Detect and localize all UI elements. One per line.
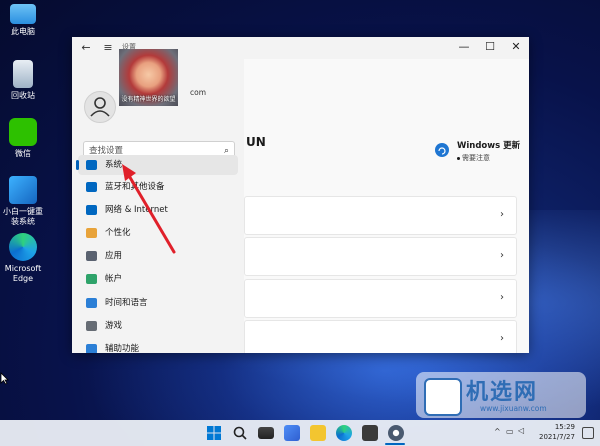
page-heading: UN: [246, 135, 266, 149]
xiaobai-icon: [9, 176, 37, 204]
gaming-icon: [86, 321, 97, 331]
person-icon: [90, 97, 110, 117]
sidebar-item-time-language[interactable]: 时间和语言: [78, 293, 238, 313]
sidebar-item-label: 帐户: [105, 274, 123, 284]
account-email: com: [190, 88, 207, 97]
store-icon[interactable]: [362, 425, 378, 441]
settings-taskbar-icon[interactable]: [388, 425, 404, 441]
sidebar-item-label: 辅助功能: [105, 344, 140, 353]
close-button[interactable]: ✕: [503, 38, 529, 56]
desktop-icon-label: 回收站: [11, 91, 35, 100]
settings-main: UN Windows 更新 需要注意 › › › ›: [244, 59, 529, 353]
network-tray-icon[interactable]: ▭: [506, 427, 514, 436]
tray-chevron-up-icon[interactable]: ^: [494, 427, 501, 436]
taskbar: ^ ▭ ◁ 15:29 2021/7/27: [0, 420, 600, 446]
back-arrow-icon[interactable]: ←: [78, 40, 94, 56]
desktop-icon-edge[interactable]: Microsoft Edge: [0, 233, 46, 284]
start-button[interactable]: [206, 425, 222, 441]
apps-icon: [86, 251, 97, 261]
desktop-icon-xiaobai[interactable]: 小白一键重装系统: [0, 176, 46, 227]
user-avatar[interactable]: [84, 91, 116, 123]
clock-time[interactable]: 15:29: [545, 423, 575, 431]
bluetooth-icon: [86, 182, 97, 192]
desktop-icon-this-pc[interactable]: 此电脑: [0, 4, 46, 37]
wechat-icon: [9, 118, 37, 146]
time-language-icon: [86, 298, 97, 308]
sidebar-item-accessibility[interactable]: 辅助功能: [78, 339, 238, 353]
task-view-icon[interactable]: [258, 427, 274, 439]
settings-card[interactable]: ›: [244, 279, 517, 318]
minimize-button[interactable]: —: [451, 38, 477, 56]
watermark: 机选网 www.jixuanw.com: [416, 372, 586, 418]
sidebar-item-gaming[interactable]: 游戏: [78, 316, 238, 336]
desktop-icon-label: 微信: [15, 149, 31, 158]
network-icon: [86, 205, 97, 215]
active-indicator: [385, 443, 405, 445]
desktop-icon-label: Microsoft Edge: [4, 264, 42, 283]
volume-icon[interactable]: ◁: [518, 426, 524, 435]
annotation-arrow: [122, 164, 176, 254]
accessibility-icon: [86, 344, 97, 353]
file-explorer-icon[interactable]: [310, 425, 326, 441]
chevron-right-icon: ›: [500, 209, 504, 220]
edge-taskbar-icon[interactable]: [336, 425, 352, 441]
sidebar-item-label: 游戏: [105, 321, 123, 331]
maximize-button[interactable]: ☐: [477, 38, 503, 56]
clock-date[interactable]: 2021/7/27: [539, 433, 575, 441]
update-status-text: 需要注意: [462, 154, 490, 162]
profile-photo-caption: 没有精神世界的欲望: [121, 96, 176, 103]
settings-card[interactable]: ›: [244, 237, 517, 276]
system-icon: [86, 160, 97, 170]
sidebar-item-account[interactable]: 帐户: [78, 269, 238, 289]
widgets-icon[interactable]: [284, 425, 300, 441]
watermark-url: www.jixuanw.com: [480, 404, 547, 413]
windows-update-link[interactable]: Windows 更新: [457, 139, 520, 151]
account-icon: [86, 274, 97, 284]
update-status: 需要注意: [457, 153, 490, 163]
selection-indicator: [76, 160, 79, 170]
desktop-icon-label: 此电脑: [11, 27, 35, 36]
profile-photo: 没有精神世界的欲望: [119, 49, 178, 106]
watermark-text: 机选网: [466, 380, 539, 405]
desktop-icon-recycle-bin[interactable]: 回收站: [0, 60, 46, 101]
hamburger-menu-icon[interactable]: ≡: [100, 40, 116, 56]
brush-icon: [86, 228, 97, 238]
edge-icon: [9, 233, 37, 261]
settings-card[interactable]: ›: [244, 196, 517, 235]
chevron-right-icon: ›: [500, 250, 504, 261]
watermark-logo: [424, 378, 462, 416]
monitor-icon: [10, 4, 36, 24]
settings-card[interactable]: ›: [244, 320, 517, 353]
notification-icon[interactable]: [582, 427, 594, 439]
desktop-icon-wechat[interactable]: 微信: [0, 118, 46, 159]
recycle-bin-icon: [13, 60, 33, 88]
mouse-cursor-icon: [0, 372, 9, 385]
desktop-icon-label: 小白一键重装系统: [3, 207, 43, 226]
search-taskbar-icon[interactable]: [232, 425, 248, 441]
sync-icon: [435, 143, 449, 157]
chevron-right-icon: ›: [500, 292, 504, 303]
chevron-right-icon: ›: [500, 333, 504, 344]
sidebar-item-label: 时间和语言: [105, 298, 148, 308]
